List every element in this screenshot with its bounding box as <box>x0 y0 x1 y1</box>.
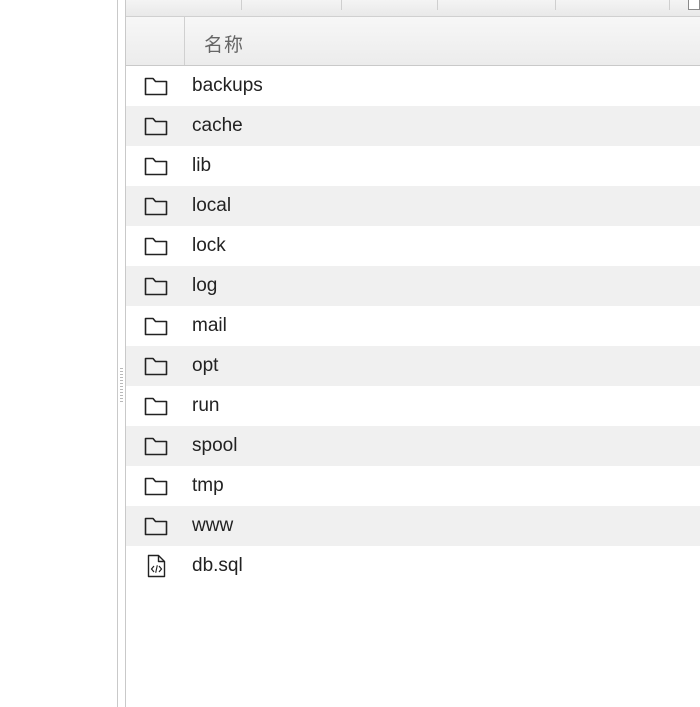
item-name: spool <box>192 435 238 456</box>
code-file-icon <box>143 554 169 578</box>
icon-column-header[interactable] <box>126 17 185 65</box>
folder-icon <box>143 114 169 138</box>
list-item[interactable]: lock <box>126 226 700 266</box>
list-item[interactable]: local <box>126 186 700 226</box>
item-name: mail <box>192 315 227 336</box>
item-name: backups <box>192 75 263 96</box>
list-item[interactable]: log <box>126 266 700 306</box>
left-pane <box>0 0 117 707</box>
folder-icon <box>143 154 169 178</box>
list-item[interactable]: cache <box>126 106 700 146</box>
file-list-header: 名称 <box>126 17 700 66</box>
folder-icon <box>143 514 169 538</box>
list-item[interactable]: db.sql <box>126 546 700 586</box>
list-item[interactable]: tmp <box>126 466 700 506</box>
folder-icon <box>143 234 169 258</box>
item-name: run <box>192 395 220 416</box>
toolbar-button[interactable] <box>126 0 242 10</box>
toolbar-button[interactable] <box>341 0 438 10</box>
folder-icon <box>143 394 169 418</box>
folder-icon <box>143 314 169 338</box>
item-name: db.sql <box>192 555 243 576</box>
item-name: opt <box>192 355 219 376</box>
toolbar-button[interactable] <box>437 0 556 10</box>
list-item[interactable]: spool <box>126 426 700 466</box>
item-name: lock <box>192 235 226 256</box>
item-name: lib <box>192 155 212 176</box>
toolbar <box>126 0 700 17</box>
toolbar-button[interactable] <box>555 0 670 10</box>
splitter-grip-handle[interactable] <box>120 368 123 404</box>
item-name: www <box>192 515 234 536</box>
name-column-header[interactable]: 名称 <box>204 30 244 57</box>
toolbar-button[interactable] <box>241 0 342 10</box>
file-list: backups cache lib local lock log mail op… <box>126 66 700 586</box>
item-name: log <box>192 275 218 296</box>
folder-icon <box>143 354 169 378</box>
folder-icon <box>143 474 169 498</box>
list-item[interactable]: mail <box>126 306 700 346</box>
toolbar-overflow-button[interactable] <box>688 0 700 10</box>
item-name: cache <box>192 115 243 136</box>
list-item[interactable]: backups <box>126 66 700 106</box>
folder-icon <box>143 74 169 98</box>
folder-icon <box>143 434 169 458</box>
folder-icon <box>143 274 169 298</box>
list-item[interactable]: opt <box>126 346 700 386</box>
pane-splitter[interactable] <box>117 0 126 707</box>
list-item[interactable]: www <box>126 506 700 546</box>
list-item[interactable]: run <box>126 386 700 426</box>
list-item[interactable]: lib <box>126 146 700 186</box>
file-list-panel: 名称 backups cache lib local lock log mail… <box>126 0 700 707</box>
item-name: local <box>192 195 232 216</box>
folder-icon <box>143 194 169 218</box>
item-name: tmp <box>192 475 224 496</box>
